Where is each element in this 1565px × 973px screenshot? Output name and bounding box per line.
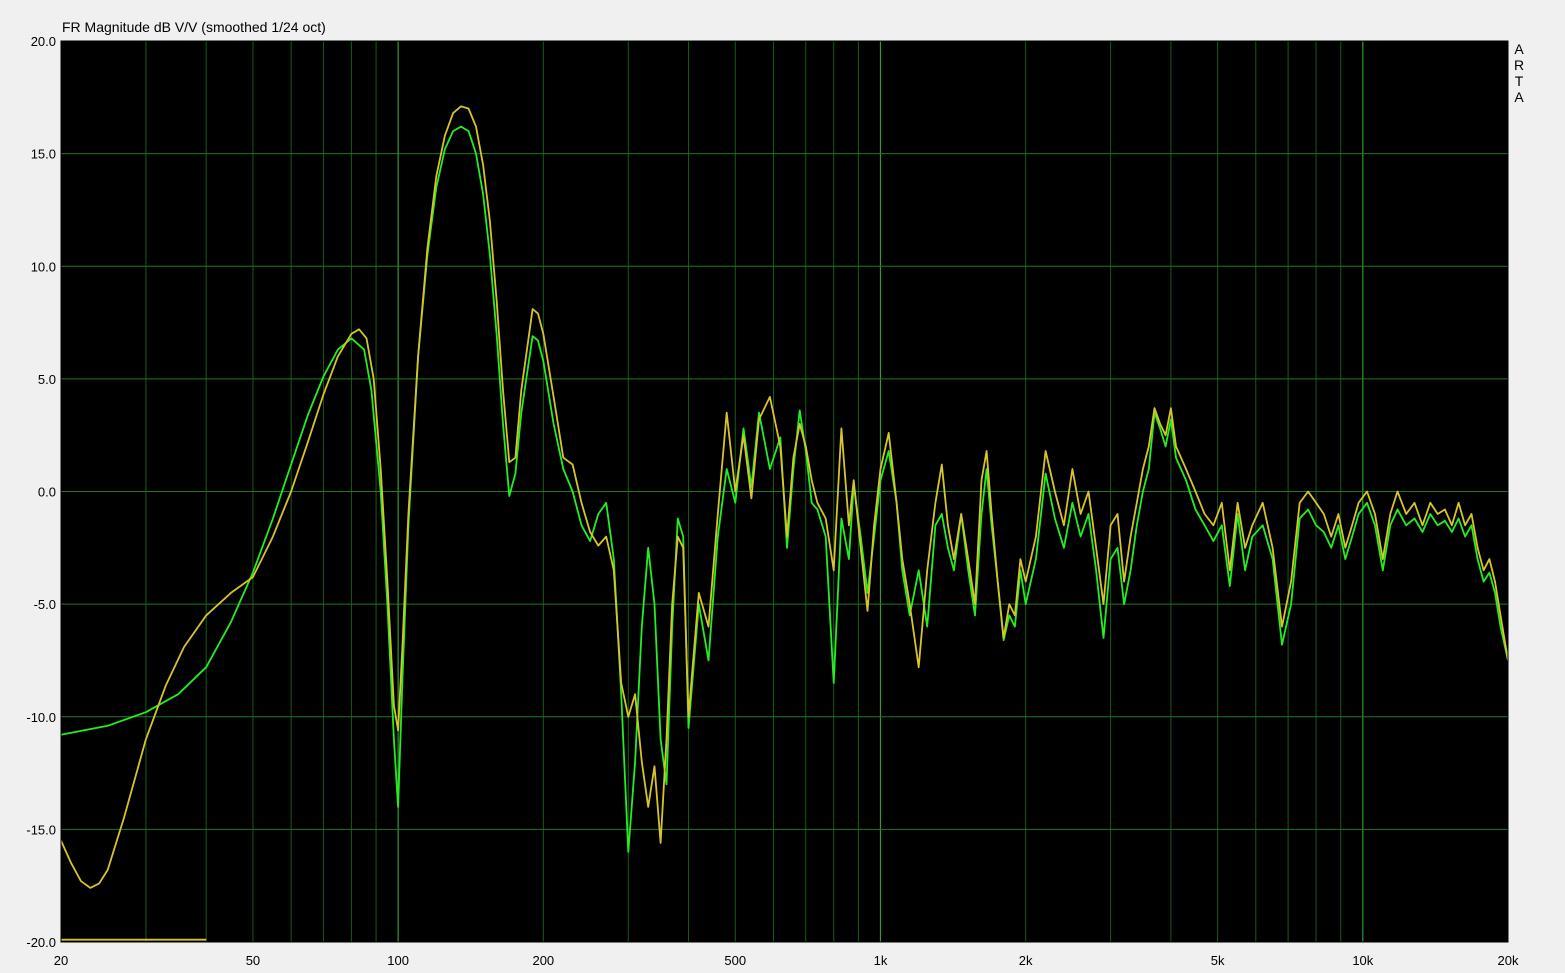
y-tick-label: 20.0 xyxy=(31,34,56,49)
y-tick-label: 0.0 xyxy=(38,485,56,500)
x-tick-label: 1k xyxy=(874,953,888,968)
y-tick-label: 15.0 xyxy=(31,147,56,162)
y-tick-label: -15.0 xyxy=(26,822,56,837)
x-tick-label: 2k xyxy=(1019,953,1033,968)
x-tick-label: 5k xyxy=(1211,953,1225,968)
x-tick-label: 50 xyxy=(246,953,260,968)
y-tick-label: -20.0 xyxy=(26,935,56,950)
y-tick-label: -10.0 xyxy=(26,710,56,725)
x-tick-label: 500 xyxy=(724,953,746,968)
x-tick-label: 20k xyxy=(1498,953,1519,968)
y-tick-label: 10.0 xyxy=(31,259,56,274)
x-tick-label: 200 xyxy=(532,953,554,968)
y-tick-label: -5.0 xyxy=(34,597,56,612)
frequency-response-plot: 20.0 15.0 10.0 5.0 0.0 -5.0 -10.0 -15.0 -20.0 20 5… xyxy=(26,34,1519,968)
x-tick-label: 20 xyxy=(54,953,68,968)
chart-window: FR Magnitude dB V/V (smoothed 1/24 oct) … xyxy=(0,0,1565,973)
y-tick-label: 5.0 xyxy=(38,372,56,387)
x-tick-label: 100 xyxy=(387,953,409,968)
x-tick-label: 10k xyxy=(1352,953,1373,968)
